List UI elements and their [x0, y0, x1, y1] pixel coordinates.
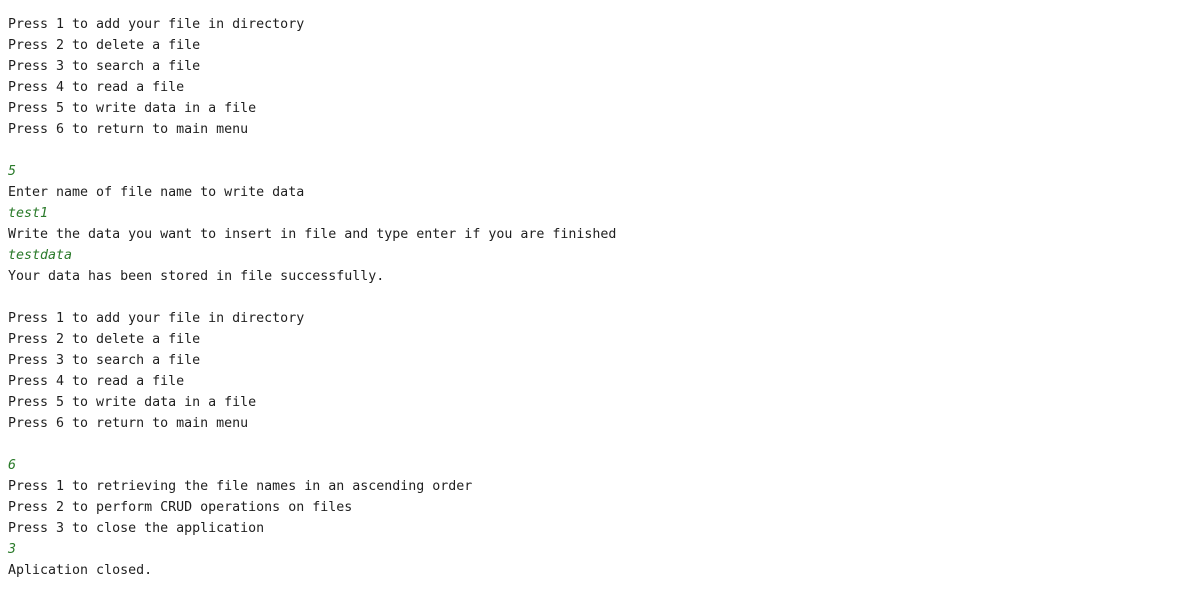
console-output-line: Press 3 to close the application — [8, 521, 265, 536]
console-output-line: Press 4 to read a file — [8, 374, 185, 389]
console-output-line: Press 1 to retrieving the file names in … — [8, 479, 473, 494]
console-user-input: test1 — [8, 206, 49, 221]
console-output-line: Press 3 to search a file — [8, 59, 201, 74]
console-output-line: Write the data you want to insert in fil… — [8, 227, 617, 242]
console-output-line: Press 2 to perform CRUD operations on fi… — [8, 500, 353, 515]
console-output-line: Press 6 to return to main menu — [8, 122, 249, 137]
console-user-input: 6 — [8, 458, 17, 473]
console-user-input: 5 — [8, 164, 17, 179]
console-output-line: Press 5 to write data in a file — [8, 395, 257, 410]
console-output-line: Enter name of file name to write data — [8, 185, 305, 200]
console-output-line: Press 5 to write data in a file — [8, 101, 257, 116]
console-user-input: 3 — [8, 542, 17, 557]
console-output-line: Press 3 to search a file — [8, 353, 201, 368]
console-output-line: Aplication closed. — [8, 563, 153, 578]
console-output-line: Press 2 to delete a file — [8, 38, 201, 53]
console-output-line: Press 1 to add your file in directory — [8, 311, 305, 326]
console-user-input: testdata — [8, 248, 73, 263]
console-output-line: Press 2 to delete a file — [8, 332, 201, 347]
console-output-line: Press 1 to add your file in directory — [8, 17, 305, 32]
console-output-line: Your data has been stored in file succes… — [8, 269, 385, 284]
console-output-line: Press 4 to read a file — [8, 80, 185, 95]
console-output: Press 1 to add your file in directory Pre… — [0, 0, 1190, 581]
console-output-line: Press 6 to return to main menu — [8, 416, 249, 431]
